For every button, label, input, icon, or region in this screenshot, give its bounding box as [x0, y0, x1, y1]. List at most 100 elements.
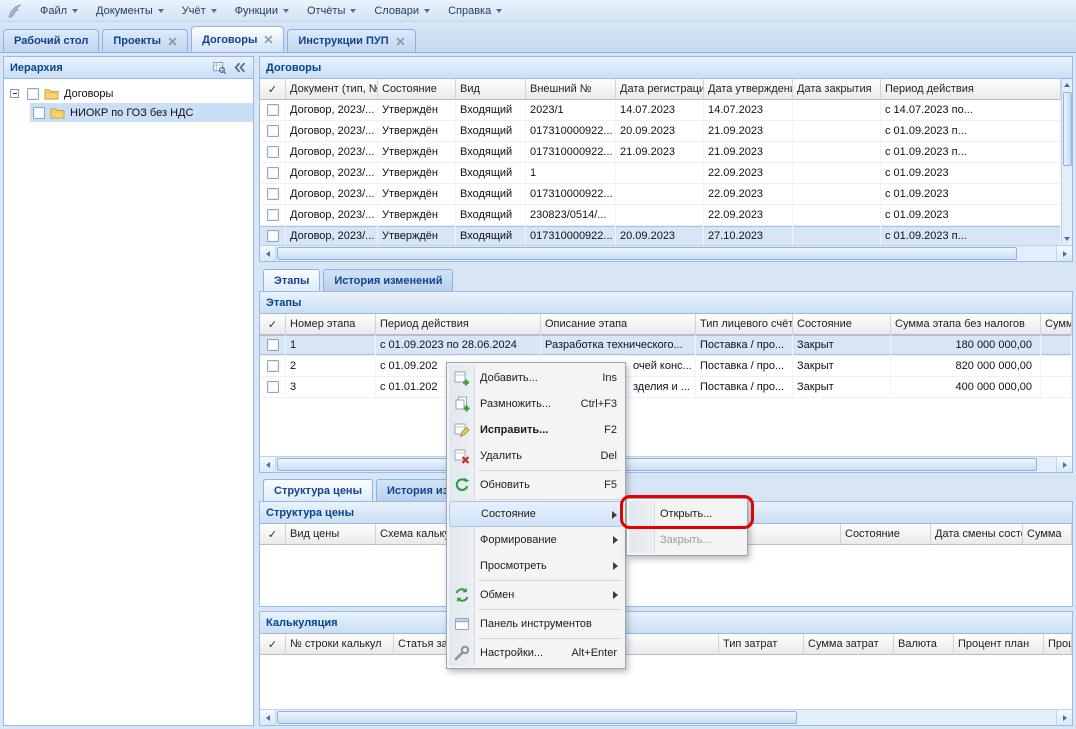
scrollbar-thumb[interactable]: [277, 247, 1017, 260]
column-header[interactable]: Дата утверждения: [704, 79, 793, 100]
column-header[interactable]: Валюта: [894, 634, 954, 655]
context-menu-item[interactable]: Формирование: [449, 527, 623, 553]
checkbox[interactable]: [267, 360, 279, 372]
context-menu-item[interactable]: ОбновитьF5: [449, 472, 623, 498]
checkbox[interactable]: [267, 381, 279, 393]
select-all-column-header[interactable]: ✓: [260, 314, 286, 335]
select-all-column-header[interactable]: ✓: [260, 79, 286, 100]
scroll-left-icon[interactable]: [260, 246, 276, 261]
checkbox[interactable]: [267, 146, 279, 158]
scroll-down-icon[interactable]: [1062, 233, 1073, 245]
table-row[interactable]: Договор, 2023/...УтверждёнВходящий230823…: [260, 205, 1061, 226]
doc-tab[interactable]: Проекты: [102, 29, 188, 52]
column-header[interactable]: Процент ф: [1044, 634, 1072, 655]
scrollbar-thumb[interactable]: [1063, 92, 1072, 166]
column-header[interactable]: Дата закрытия: [793, 79, 881, 100]
column-header[interactable]: Описание этапа: [541, 314, 696, 335]
horizontal-scrollbar[interactable]: [260, 245, 1072, 261]
select-all-column-header[interactable]: ✓: [260, 634, 286, 655]
column-header[interactable]: Процент план: [954, 634, 1044, 655]
scroll-right-icon[interactable]: [1056, 246, 1072, 261]
context-menu-item[interactable]: Состояние: [449, 501, 623, 527]
menubar-item[interactable]: Документы: [87, 2, 173, 20]
tree-node[interactable]: Договоры: [4, 84, 253, 103]
scroll-right-icon[interactable]: [1056, 710, 1072, 725]
table-row[interactable]: Договор, 2023/...УтверждёнВходящий017310…: [260, 142, 1061, 163]
table-row[interactable]: Договор, 2023/...УтверждёнВходящий017310…: [260, 121, 1061, 142]
context-menu-item[interactable]: Панель инструментов: [449, 611, 623, 637]
scroll-left-icon[interactable]: [260, 457, 276, 472]
column-header[interactable]: Сумма затрат: [804, 634, 894, 655]
checkbox[interactable]: [267, 188, 279, 200]
doc-tab[interactable]: Рабочий стол: [3, 29, 99, 52]
horizontal-scrollbar[interactable]: [260, 456, 1072, 472]
column-header[interactable]: Состояние: [793, 314, 891, 335]
scroll-left-icon[interactable]: [260, 710, 276, 725]
context-menu-item[interactable]: Размножить...Ctrl+F3: [449, 391, 623, 417]
checkbox[interactable]: [267, 339, 279, 351]
table-row[interactable]: Договор, 2023/...УтверждёнВходящий122.09…: [260, 163, 1061, 184]
column-header[interactable]: Тип затрат: [719, 634, 804, 655]
horizontal-scrollbar[interactable]: [260, 709, 1072, 725]
scroll-right-icon[interactable]: [1056, 457, 1072, 472]
checkbox[interactable]: [267, 167, 279, 179]
column-header[interactable]: Сумма этапа без налогов: [891, 314, 1041, 335]
table-row[interactable]: Договор, 2023/...УтверждёнВходящий017310…: [260, 184, 1061, 205]
column-header[interactable]: Сумма: [1023, 524, 1072, 545]
scrollbar-thumb[interactable]: [277, 711, 797, 724]
column-header[interactable]: Тип лицевого счёт: [696, 314, 793, 335]
context-menu-item[interactable]: УдалитьDel: [449, 443, 623, 469]
table-row[interactable]: 2с 01.09.202очей конс...Поставка / про..…: [260, 356, 1072, 377]
menubar-item[interactable]: Файл: [31, 2, 87, 20]
column-header[interactable]: № строки калькул: [286, 634, 394, 655]
doc-tab[interactable]: Договоры: [191, 26, 284, 52]
scrollbar-thumb[interactable]: [277, 458, 1037, 471]
checkbox[interactable]: [267, 209, 279, 221]
table-row[interactable]: Договор, 2023/...УтверждёнВходящий2023/1…: [260, 100, 1061, 121]
calculation-table: ✓№ строки калькулСтатья затратТип затрат…: [260, 634, 1072, 709]
context-menu-item[interactable]: Настройки...Alt+Enter: [449, 640, 623, 666]
select-all-column-header[interactable]: ✓: [260, 524, 286, 545]
stages-subtab[interactable]: История изменений: [323, 269, 453, 291]
checkbox[interactable]: [267, 230, 279, 242]
column-header[interactable]: Состояние: [378, 79, 456, 100]
menubar-item[interactable]: Функции: [226, 2, 298, 20]
column-header[interactable]: Дата смены состоя: [931, 524, 1023, 545]
collapse-left-icon[interactable]: [232, 60, 247, 75]
scroll-up-icon[interactable]: [1062, 79, 1073, 91]
column-header[interactable]: Номер этапа: [286, 314, 376, 335]
checkbox[interactable]: [267, 104, 279, 116]
vertical-scrollbar[interactable]: [1061, 79, 1072, 245]
menubar-item[interactable]: Учёт: [173, 2, 226, 20]
column-header[interactable]: Документ (тип, №: [286, 79, 378, 100]
column-header[interactable]: Внешний №: [526, 79, 616, 100]
menubar-item[interactable]: Словари: [365, 2, 439, 20]
grid-find-icon[interactable]: [212, 60, 227, 75]
table-row[interactable]: 1с 01.09.2023 по 28.06.2024Разработка те…: [260, 335, 1072, 356]
doc-tab[interactable]: Инструкции ПУП: [287, 29, 415, 52]
context-menu-item[interactable]: Исправить...F2: [449, 417, 623, 443]
tree-node[interactable]: НИОКР по ГОЗ без НДС: [4, 103, 253, 122]
context-menu-item[interactable]: Добавить...Ins: [449, 365, 623, 391]
calc-panel-title: Калькуляция: [266, 617, 338, 629]
menubar-item[interactable]: Отчёты: [298, 2, 365, 20]
table-row[interactable]: Договор, 2023/...УтверждёнВходящий017310…: [260, 226, 1061, 245]
column-header[interactable]: Вид: [456, 79, 526, 100]
price-subtab[interactable]: Структура цены: [263, 479, 373, 501]
column-header[interactable]: Период действия: [376, 314, 541, 335]
column-header[interactable]: Вид цены: [286, 524, 376, 545]
stages-subtab[interactable]: Этапы: [263, 269, 320, 291]
column-header[interactable]: Дата регистрации: [616, 79, 704, 100]
context-menu-item[interactable]: Просмотреть: [449, 553, 623, 579]
checkbox[interactable]: [27, 88, 39, 100]
column-header[interactable]: Сумма: [1041, 314, 1072, 335]
table-row[interactable]: 3с 01.01.202зделия и ...Поставка / про..…: [260, 377, 1072, 398]
menubar-item[interactable]: Справка: [439, 2, 511, 20]
context-menu-item[interactable]: Обмен: [449, 582, 623, 608]
column-header[interactable]: Период действия: [881, 79, 1061, 100]
collapse-expander-icon[interactable]: [10, 89, 19, 98]
checkbox[interactable]: [33, 107, 45, 119]
submenu-item[interactable]: Открыть...: [629, 501, 745, 527]
checkbox[interactable]: [267, 125, 279, 137]
column-header[interactable]: Состояние: [841, 524, 931, 545]
